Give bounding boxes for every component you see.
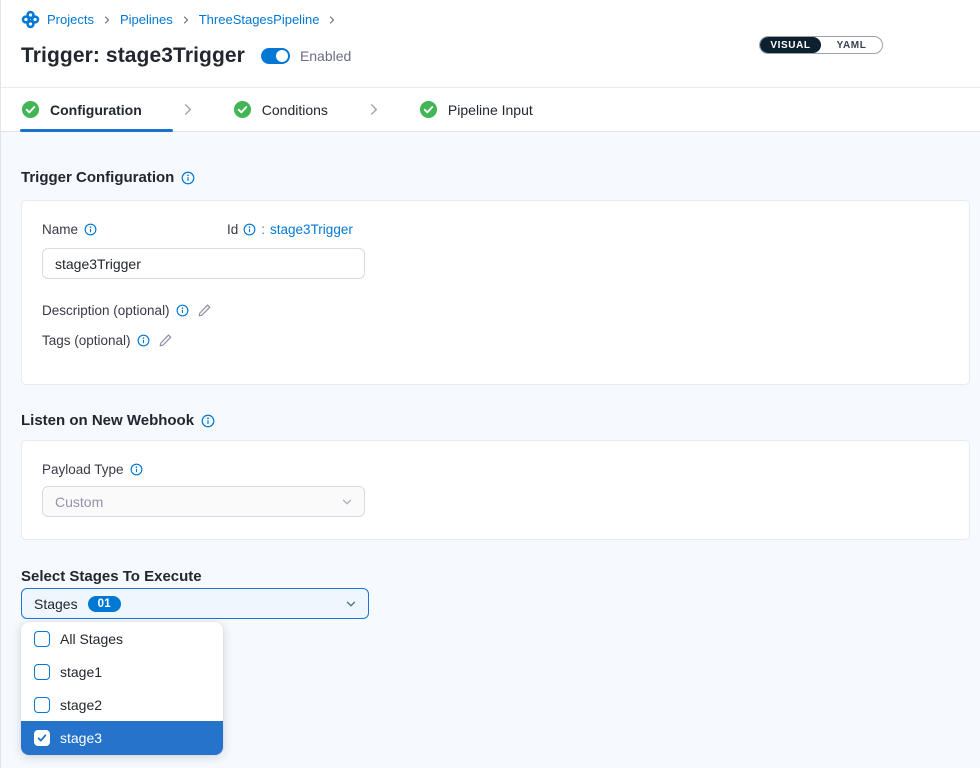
chevron-down-icon [344, 597, 358, 611]
visual-yaml-toggle[interactable]: VISUAL YAML [759, 36, 883, 54]
yaml-mode-button[interactable]: YAML [821, 37, 882, 53]
chevron-right-icon [101, 14, 113, 26]
section-title: Select Stages To Execute [21, 568, 202, 585]
harness-project-logo-icon [21, 10, 40, 29]
visual-mode-button[interactable]: VISUAL [760, 37, 821, 53]
payload-type-select[interactable]: Custom [42, 486, 365, 517]
stage-option-stage2[interactable]: stage2 [21, 688, 223, 721]
main-content: Trigger Configuration Name Id : stage3Tr… [1, 132, 980, 768]
info-icon[interactable] [201, 414, 215, 428]
breadcrumb: Projects Pipelines ThreeStagesPipeline [21, 10, 338, 29]
id-colon: : [261, 222, 265, 237]
payload-type-label: Payload Type [42, 462, 124, 477]
checkbox-unchecked-icon[interactable] [34, 697, 50, 713]
breadcrumb-link-projects[interactable]: Projects [47, 12, 94, 27]
stages-multiselect[interactable]: Stages 01 [21, 588, 369, 619]
chevron-right-icon [180, 102, 195, 117]
info-icon[interactable] [176, 304, 189, 317]
enabled-toggle[interactable] [261, 48, 290, 64]
option-label: stage3 [60, 730, 102, 746]
edit-description-pencil-icon[interactable] [197, 303, 212, 318]
checkbox-checked-icon[interactable] [34, 730, 50, 746]
chevron-right-icon [326, 14, 338, 26]
edit-tags-pencil-icon[interactable] [158, 333, 173, 348]
id-value[interactable]: stage3Trigger [270, 222, 353, 237]
payload-type-value: Custom [55, 494, 103, 510]
chevron-right-icon [180, 14, 192, 26]
chevron-down-icon [340, 495, 354, 509]
info-icon[interactable] [130, 463, 143, 476]
info-icon[interactable] [243, 223, 256, 236]
info-icon[interactable] [181, 171, 195, 185]
name-field-label-row: Name [42, 222, 949, 237]
breadcrumb-link-pipelines[interactable]: Pipelines [120, 12, 173, 27]
section-title: Listen on New Webhook [21, 412, 194, 429]
page-title: Trigger: stage3Trigger [21, 44, 245, 68]
tab-label: Pipeline Input [448, 102, 533, 118]
tags-label: Tags (optional) [42, 333, 131, 348]
section-title: Trigger Configuration [21, 169, 174, 186]
page-header: Projects Pipelines ThreeStagesPipeline T… [1, 0, 980, 87]
check-circle-icon [21, 100, 40, 119]
info-icon[interactable] [84, 223, 97, 236]
tab-label: Conditions [262, 102, 328, 118]
check-circle-icon [419, 100, 438, 119]
tab-configuration[interactable]: Configuration [21, 100, 142, 119]
tab-pipeline-input[interactable]: Pipeline Input [419, 100, 533, 119]
stage-option-all-stages[interactable]: All Stages [21, 622, 223, 655]
checkbox-unchecked-icon[interactable] [34, 631, 50, 647]
check-circle-icon [233, 100, 252, 119]
payload-type-label-row: Payload Type [42, 462, 949, 477]
stage-option-stage1[interactable]: stage1 [21, 655, 223, 688]
description-label-row: Description (optional) [42, 303, 189, 318]
option-label: stage1 [60, 664, 102, 680]
tags-label-row: Tags (optional) [42, 333, 150, 348]
option-label: stage2 [60, 697, 102, 713]
stages-select-label: Stages [34, 596, 78, 612]
tab-label: Configuration [50, 102, 142, 118]
checkbox-unchecked-icon[interactable] [34, 664, 50, 680]
enabled-toggle-label: Enabled [300, 48, 351, 64]
selected-count-badge: 01 [88, 596, 121, 612]
description-label: Description (optional) [42, 303, 170, 318]
breadcrumb-link-pipeline-name[interactable]: ThreeStagesPipeline [199, 12, 320, 27]
wizard-tabbar: Configuration Conditions Pipeline Input [1, 87, 980, 132]
id-label: Id [227, 222, 238, 237]
option-label: All Stages [60, 631, 123, 647]
stage-option-stage3[interactable]: stage3 [21, 721, 223, 755]
chevron-right-icon [366, 102, 381, 117]
name-label: Name [42, 222, 78, 237]
tab-conditions[interactable]: Conditions [233, 100, 328, 119]
stages-dropdown-menu: All Stages stage1 stage2 stage3 [21, 622, 223, 755]
trigger-name-input[interactable] [42, 248, 365, 279]
webhook-card: Payload Type Custom [21, 440, 970, 540]
info-icon[interactable] [137, 334, 150, 347]
trigger-configuration-card: Name Id : stage3Trigger Description (opt… [21, 200, 970, 385]
